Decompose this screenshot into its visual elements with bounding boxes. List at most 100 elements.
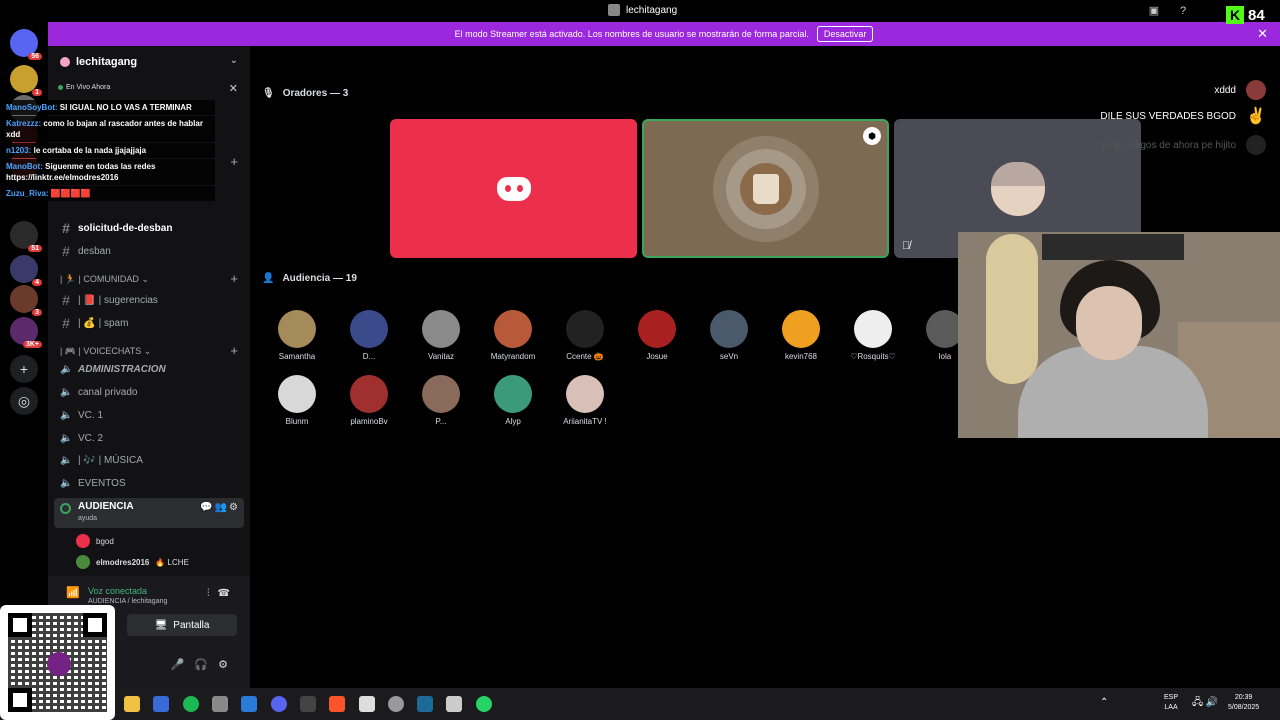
category-comunidad[interactable]: | 🏃 | COMUNIDAD ⌄ — [60, 274, 149, 285]
streamer-face — [1076, 286, 1142, 360]
voice-channel-vc1[interactable]: 🔈 VC. 1 — [60, 410, 103, 421]
server-icon[interactable]: 4 — [10, 255, 42, 286]
voice-channel-canal-privado[interactable]: 🔈 canal privado — [60, 387, 137, 398]
audience-member[interactable]: Vanitaz — [406, 310, 476, 361]
audience-member[interactable]: Ccente 🎃 — [550, 310, 620, 361]
voice-channel-administracion[interactable]: 🔈 ADMINISTRACION — [60, 364, 166, 375]
add-server-icon[interactable]: + — [10, 355, 38, 383]
server-icon[interactable]: 3K+ — [10, 317, 42, 348]
voice-member[interactable]: bgod — [76, 534, 114, 548]
voice-channel-vc2[interactable]: 🔈 VC. 2 — [60, 433, 103, 444]
channel-spam[interactable]: # | 💰 | spam — [60, 315, 128, 331]
yape-qr-code — [0, 605, 115, 720]
app-icon[interactable] — [300, 696, 316, 712]
discord-logo-icon — [496, 176, 531, 201]
audience-member[interactable]: Blunm — [262, 375, 332, 426]
server-icon[interactable]: 56 — [10, 29, 42, 60]
audience-member[interactable]: AriianitaTV ! — [550, 375, 620, 426]
chevron-up-icon[interactable]: ⌃ — [1100, 698, 1108, 708]
speaker-icon: 🔈 — [60, 387, 73, 398]
audience-member[interactable]: Samantha — [262, 310, 332, 361]
channel-label: | 💰 | spam — [78, 317, 129, 329]
add-channel-icon[interactable]: + — [230, 154, 238, 169]
avatar — [350, 310, 388, 348]
avatar — [710, 310, 748, 348]
app-icon[interactable] — [241, 696, 257, 712]
member-name: kevin768 — [784, 352, 818, 361]
channel-desban[interactable]: # desban — [60, 243, 111, 259]
category-label: | 🎮 | VOICECHATS ⌄ — [60, 346, 152, 356]
help-icon[interactable]: ? — [1176, 4, 1190, 18]
screen-share-button[interactable]: 🖥 Pantalla — [127, 614, 237, 636]
close-icon[interactable]: ✕ — [229, 82, 238, 95]
clock[interactable]: 20:39 5/08/2025 — [1228, 693, 1259, 713]
store-icon[interactable] — [153, 696, 169, 712]
notification-badge: 1 — [32, 89, 42, 96]
member-name: Samantha — [278, 352, 316, 361]
yape-logo-icon — [47, 652, 71, 676]
discover-icon[interactable]: ◎ — [10, 387, 38, 415]
server-icon[interactable]: 3 — [10, 285, 42, 316]
message-text: DILE SUS VERDADES BGOD — [1100, 110, 1236, 122]
live-dot-icon — [58, 85, 63, 90]
member-name: Josue — [646, 352, 668, 361]
audience-member[interactable]: plaminoBv — [334, 375, 404, 426]
network-volume-icons[interactable]: 🖧 🔊 — [1192, 698, 1218, 708]
audience-member[interactable]: Matyrandom — [478, 310, 548, 361]
avatar — [76, 555, 90, 569]
channel-label: AUDIENCIA — [78, 501, 134, 512]
whatsapp-icon[interactable] — [476, 696, 492, 712]
obs-icon[interactable] — [388, 696, 404, 712]
channel-sugerencias[interactable]: # | 📕 | sugerencias — [60, 292, 158, 308]
audience-member[interactable]: kevin768 — [766, 310, 836, 361]
discord-taskbar-icon[interactable] — [271, 696, 287, 712]
audience-member[interactable]: D... — [334, 310, 404, 361]
add-channel-icon[interactable]: + — [230, 271, 238, 286]
speaker-tile[interactable] — [390, 119, 637, 258]
user-controls-icons[interactable]: 🎤🎧⚙ — [171, 658, 238, 671]
voice-controls-icons[interactable]: ⫶☎ — [207, 588, 238, 599]
guild-header[interactable]: lechitagang — [60, 56, 137, 68]
voice-channel-musica[interactable]: 🔈 | 🎶 | MÚSICA — [60, 455, 143, 466]
category-label: | 🏃 | COMUNIDAD ⌄ — [60, 274, 149, 284]
app-icon[interactable] — [212, 696, 228, 712]
muted-mic-icon: 🎙̸ — [902, 240, 911, 252]
server-icon[interactable]: 51 — [10, 221, 42, 252]
server-icon[interactable]: 1 — [10, 65, 42, 96]
add-channel-icon[interactable]: + — [230, 343, 238, 358]
deactivate-button[interactable]: Desactivar — [816, 26, 874, 42]
voice-location[interactable]: AUDIENCIA / lechitagang — [88, 598, 167, 605]
chevron-down-icon[interactable]: ⌄ — [230, 55, 238, 66]
avatar — [278, 310, 316, 348]
speaker-icon: 🔈 — [60, 478, 73, 489]
channel-solicitud-de-desban[interactable]: # solicitud-de-desban — [60, 220, 172, 236]
category-voicechats[interactable]: | 🎮 | VOICECHATS ⌄ — [60, 346, 151, 357]
close-banner-icon[interactable]: ✕ — [1257, 26, 1268, 42]
audience-member[interactable]: Josue — [622, 310, 692, 361]
stage-channel-audiencia[interactable]: AUDIENCIA ayuda 💬👥⚙ — [54, 498, 244, 528]
channel-actions-icons[interactable]: 💬👥⚙ — [200, 502, 240, 513]
language-indicator[interactable]: ESP LAA — [1164, 693, 1178, 713]
audience-member[interactable]: ♡Rosquits♡ — [838, 310, 908, 361]
file-explorer-icon[interactable] — [124, 696, 140, 712]
floating-message: xddd — [1214, 80, 1266, 100]
audience-member[interactable]: seVn — [694, 310, 764, 361]
chat-username: ManoSoyBot: — [6, 103, 58, 112]
spotify-icon[interactable] — [183, 696, 199, 712]
inbox-icon[interactable]: ▣ — [1147, 4, 1161, 18]
keyboard-layout: LAA — [1164, 704, 1178, 711]
chat-message: Katrezzz: como lo bajan al rascador ante… — [0, 116, 215, 142]
brave-icon[interactable] — [329, 696, 345, 712]
speaker-tile[interactable]: ⬢ — [642, 119, 889, 258]
steam-icon[interactable] — [417, 696, 433, 712]
member-name: Vanitaz — [427, 352, 455, 361]
voice-member[interactable]: elmodres2016 🔥 LCHE — [76, 555, 189, 569]
avatar — [350, 375, 388, 413]
speaker-icon: 🔈 — [60, 455, 73, 466]
window-title: lechitagang — [608, 4, 677, 16]
audience-member[interactable]: Alyp — [478, 375, 548, 426]
app-icon[interactable] — [359, 696, 375, 712]
app-icon[interactable] — [446, 696, 462, 712]
audience-member[interactable]: P... — [406, 375, 476, 426]
voice-channel-eventos[interactable]: 🔈 EVENTOS — [60, 478, 126, 489]
